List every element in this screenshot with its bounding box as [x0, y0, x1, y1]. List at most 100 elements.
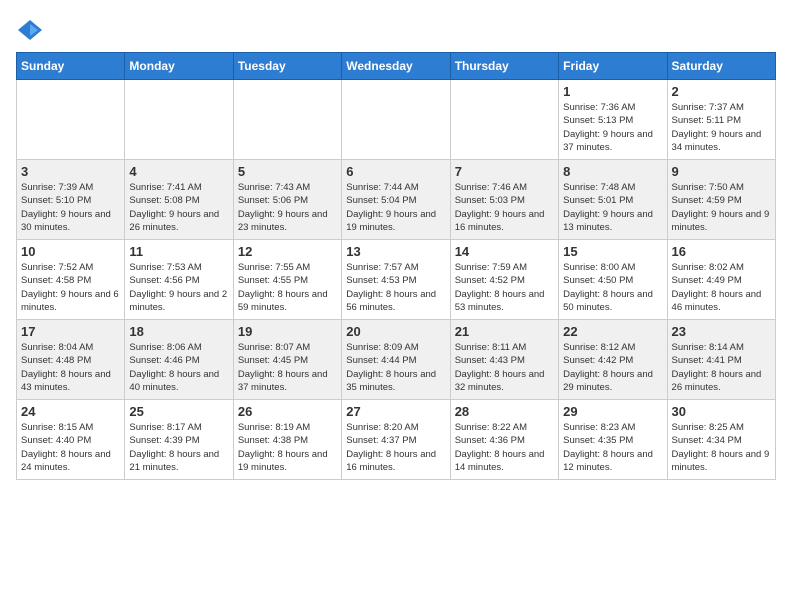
calendar-cell	[233, 80, 341, 160]
calendar-cell: 9 Sunrise: 7:50 AM Sunset: 4:59 PM Daylig…	[667, 160, 775, 240]
weekday-header: Wednesday	[342, 53, 450, 80]
day-number: 25	[129, 404, 228, 419]
day-number: 19	[238, 324, 337, 339]
weekday-header: Sunday	[17, 53, 125, 80]
day-number: 14	[455, 244, 554, 259]
weekday-header: Tuesday	[233, 53, 341, 80]
day-number: 29	[563, 404, 662, 419]
day-detail: Sunrise: 8:00 AM Sunset: 4:50 PM Dayligh…	[563, 261, 662, 314]
page-header	[16, 16, 776, 44]
day-detail: Sunrise: 7:44 AM Sunset: 5:04 PM Dayligh…	[346, 181, 445, 234]
calendar-cell: 6 Sunrise: 7:44 AM Sunset: 5:04 PM Daylig…	[342, 160, 450, 240]
calendar-cell: 17 Sunrise: 8:04 AM Sunset: 4:48 PM Dayli…	[17, 320, 125, 400]
calendar-cell: 18 Sunrise: 8:06 AM Sunset: 4:46 PM Dayli…	[125, 320, 233, 400]
day-number: 18	[129, 324, 228, 339]
day-detail: Sunrise: 8:09 AM Sunset: 4:44 PM Dayligh…	[346, 341, 445, 394]
weekday-header: Saturday	[667, 53, 775, 80]
day-detail: Sunrise: 7:48 AM Sunset: 5:01 PM Dayligh…	[563, 181, 662, 234]
calendar-cell: 29 Sunrise: 8:23 AM Sunset: 4:35 PM Dayli…	[559, 400, 667, 480]
day-number: 22	[563, 324, 662, 339]
calendar-cell: 2 Sunrise: 7:37 AM Sunset: 5:11 PM Daylig…	[667, 80, 775, 160]
day-number: 20	[346, 324, 445, 339]
calendar-cell: 7 Sunrise: 7:46 AM Sunset: 5:03 PM Daylig…	[450, 160, 558, 240]
day-detail: Sunrise: 7:53 AM Sunset: 4:56 PM Dayligh…	[129, 261, 228, 314]
day-number: 1	[563, 84, 662, 99]
day-detail: Sunrise: 8:12 AM Sunset: 4:42 PM Dayligh…	[563, 341, 662, 394]
day-detail: Sunrise: 7:37 AM Sunset: 5:11 PM Dayligh…	[672, 101, 771, 154]
day-number: 23	[672, 324, 771, 339]
day-detail: Sunrise: 8:02 AM Sunset: 4:49 PM Dayligh…	[672, 261, 771, 314]
calendar-cell: 24 Sunrise: 8:15 AM Sunset: 4:40 PM Dayli…	[17, 400, 125, 480]
day-detail: Sunrise: 8:07 AM Sunset: 4:45 PM Dayligh…	[238, 341, 337, 394]
day-detail: Sunrise: 8:20 AM Sunset: 4:37 PM Dayligh…	[346, 421, 445, 474]
day-number: 11	[129, 244, 228, 259]
day-detail: Sunrise: 7:50 AM Sunset: 4:59 PM Dayligh…	[672, 181, 771, 234]
calendar-cell: 15Sunrise: 8:00 AM Sunset: 4:50 PM Dayli…	[559, 240, 667, 320]
calendar-cell: 12 Sunrise: 7:55 AM Sunset: 4:55 PM Dayli…	[233, 240, 341, 320]
day-number: 7	[455, 164, 554, 179]
day-detail: Sunrise: 7:52 AM Sunset: 4:58 PM Dayligh…	[21, 261, 120, 314]
calendar-cell: 19 Sunrise: 8:07 AM Sunset: 4:45 PM Dayli…	[233, 320, 341, 400]
calendar-cell: 26Sunrise: 8:19 AM Sunset: 4:38 PM Dayli…	[233, 400, 341, 480]
calendar-cell: 8 Sunrise: 7:48 AM Sunset: 5:01 PM Daylig…	[559, 160, 667, 240]
day-number: 30	[672, 404, 771, 419]
calendar-cell: 10Sunrise: 7:52 AM Sunset: 4:58 PM Dayli…	[17, 240, 125, 320]
day-detail: Sunrise: 7:46 AM Sunset: 5:03 PM Dayligh…	[455, 181, 554, 234]
day-number: 5	[238, 164, 337, 179]
day-number: 21	[455, 324, 554, 339]
calendar-cell: 14 Sunrise: 7:59 AM Sunset: 4:52 PM Dayli…	[450, 240, 558, 320]
day-number: 17	[21, 324, 120, 339]
day-detail: Sunrise: 7:41 AM Sunset: 5:08 PM Dayligh…	[129, 181, 228, 234]
calendar-cell: 20 Sunrise: 8:09 AM Sunset: 4:44 PM Dayli…	[342, 320, 450, 400]
calendar-cell: 23Sunrise: 8:14 AM Sunset: 4:41 PM Dayli…	[667, 320, 775, 400]
calendar-cell: 13Sunrise: 7:57 AM Sunset: 4:53 PM Dayli…	[342, 240, 450, 320]
day-number: 6	[346, 164, 445, 179]
day-detail: Sunrise: 8:11 AM Sunset: 4:43 PM Dayligh…	[455, 341, 554, 394]
calendar-table: SundayMondayTuesdayWednesdayThursdayFrid…	[16, 52, 776, 480]
day-number: 3	[21, 164, 120, 179]
logo-icon	[16, 16, 44, 44]
calendar-week: 24 Sunrise: 8:15 AM Sunset: 4:40 PM Dayli…	[17, 400, 776, 480]
day-detail: Sunrise: 7:55 AM Sunset: 4:55 PM Dayligh…	[238, 261, 337, 314]
calendar-cell: 1 Sunrise: 7:36 AM Sunset: 5:13 PM Daylig…	[559, 80, 667, 160]
calendar-cell: 30 Sunrise: 8:25 AM Sunset: 4:34 PM Dayli…	[667, 400, 775, 480]
day-number: 8	[563, 164, 662, 179]
calendar-cell: 5Sunrise: 7:43 AM Sunset: 5:06 PM Daylig…	[233, 160, 341, 240]
day-detail: Sunrise: 8:04 AM Sunset: 4:48 PM Dayligh…	[21, 341, 120, 394]
logo	[16, 16, 48, 44]
calendar-cell	[342, 80, 450, 160]
day-number: 12	[238, 244, 337, 259]
calendar-cell: 3 Sunrise: 7:39 AM Sunset: 5:10 PM Daylig…	[17, 160, 125, 240]
calendar-week: 1 Sunrise: 7:36 AM Sunset: 5:13 PM Daylig…	[17, 80, 776, 160]
calendar-cell	[17, 80, 125, 160]
day-detail: Sunrise: 7:59 AM Sunset: 4:52 PM Dayligh…	[455, 261, 554, 314]
calendar-cell: 22 Sunrise: 8:12 AM Sunset: 4:42 PM Dayli…	[559, 320, 667, 400]
calendar-cell	[125, 80, 233, 160]
day-number: 16	[672, 244, 771, 259]
calendar-week: 3 Sunrise: 7:39 AM Sunset: 5:10 PM Daylig…	[17, 160, 776, 240]
calendar-cell: 16 Sunrise: 8:02 AM Sunset: 4:49 PM Dayli…	[667, 240, 775, 320]
calendar-cell: 4Sunrise: 7:41 AM Sunset: 5:08 PM Daylig…	[125, 160, 233, 240]
day-detail: Sunrise: 8:15 AM Sunset: 4:40 PM Dayligh…	[21, 421, 120, 474]
weekday-header: Friday	[559, 53, 667, 80]
weekday-header: Monday	[125, 53, 233, 80]
calendar-week: 17 Sunrise: 8:04 AM Sunset: 4:48 PM Dayli…	[17, 320, 776, 400]
day-number: 9	[672, 164, 771, 179]
day-number: 2	[672, 84, 771, 99]
calendar-cell	[450, 80, 558, 160]
day-detail: Sunrise: 8:25 AM Sunset: 4:34 PM Dayligh…	[672, 421, 771, 474]
day-number: 27	[346, 404, 445, 419]
day-detail: Sunrise: 8:23 AM Sunset: 4:35 PM Dayligh…	[563, 421, 662, 474]
day-detail: Sunrise: 8:19 AM Sunset: 4:38 PM Dayligh…	[238, 421, 337, 474]
day-detail: Sunrise: 8:06 AM Sunset: 4:46 PM Dayligh…	[129, 341, 228, 394]
day-detail: Sunrise: 8:22 AM Sunset: 4:36 PM Dayligh…	[455, 421, 554, 474]
day-detail: Sunrise: 7:36 AM Sunset: 5:13 PM Dayligh…	[563, 101, 662, 154]
calendar-cell: 21 Sunrise: 8:11 AM Sunset: 4:43 PM Dayli…	[450, 320, 558, 400]
day-number: 28	[455, 404, 554, 419]
calendar-cell: 25Sunrise: 8:17 AM Sunset: 4:39 PM Dayli…	[125, 400, 233, 480]
calendar-cell: 11 Sunrise: 7:53 AM Sunset: 4:56 PM Dayli…	[125, 240, 233, 320]
calendar-cell: 27 Sunrise: 8:20 AM Sunset: 4:37 PM Dayli…	[342, 400, 450, 480]
weekday-header: Thursday	[450, 53, 558, 80]
day-detail: Sunrise: 7:39 AM Sunset: 5:10 PM Dayligh…	[21, 181, 120, 234]
day-number: 24	[21, 404, 120, 419]
